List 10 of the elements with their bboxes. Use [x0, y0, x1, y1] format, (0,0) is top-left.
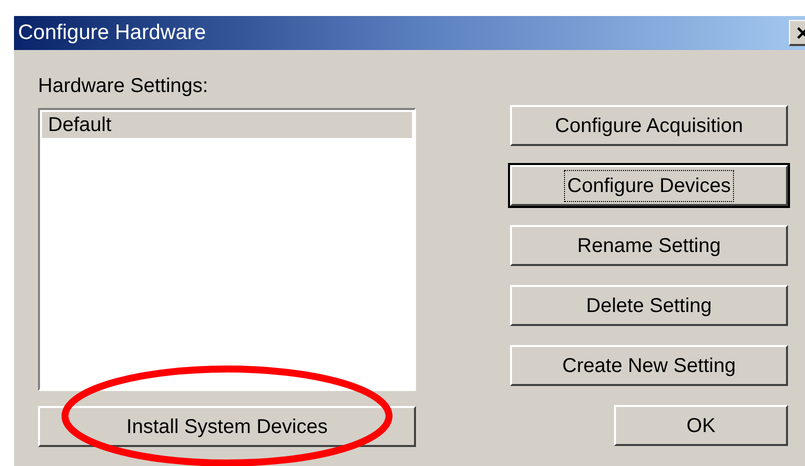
dialog-button[interactable]: Install System Devices: [38, 406, 416, 447]
settings-label: Hardware Settings:: [38, 74, 210, 98]
dialog-button[interactable]: Configure Acquisition: [510, 105, 788, 146]
dialog-button[interactable]: Delete Setting: [510, 285, 788, 326]
dialog-button[interactable]: Create New Setting: [510, 345, 788, 386]
list-item[interactable]: Default: [42, 112, 412, 138]
window-title: Configure Hardware: [18, 20, 206, 46]
dialog-button[interactable]: Configure Devices: [510, 165, 788, 206]
dialog-button[interactable]: Rename Setting: [510, 225, 788, 266]
dialog-button[interactable]: OK: [614, 405, 788, 446]
